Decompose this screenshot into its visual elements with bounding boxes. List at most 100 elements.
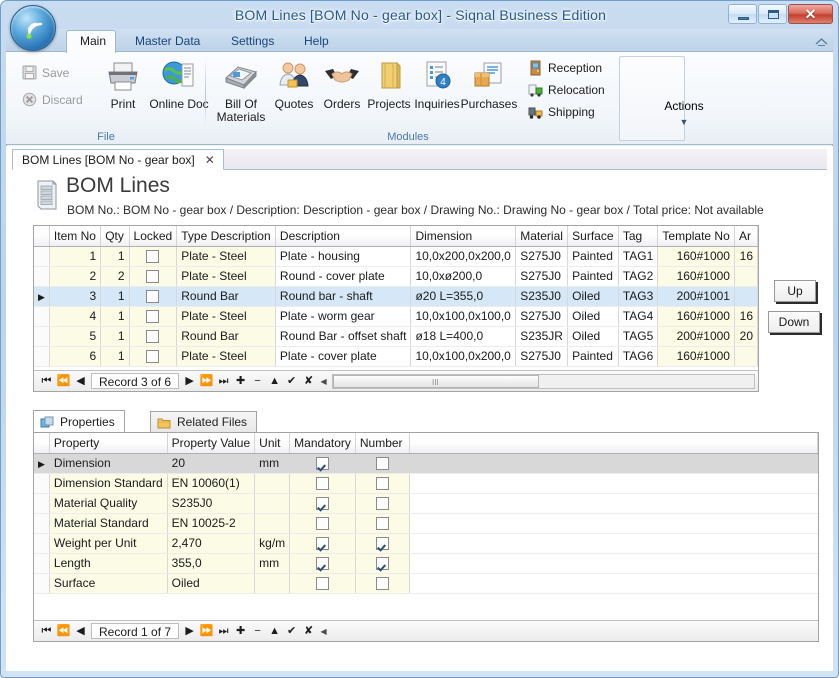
maximize-button[interactable] <box>758 4 787 24</box>
cell-surface[interactable]: Oiled <box>568 306 619 326</box>
cell-type-description[interactable]: Plate - Steel <box>177 266 276 286</box>
horizontal-scrollbar[interactable]: III <box>332 374 755 389</box>
row-indicator[interactable] <box>34 533 49 553</box>
table-row[interactable]: 41Plate - SteelPlate - worm gear10,0x100… <box>34 306 758 326</box>
row-indicator[interactable] <box>34 226 49 246</box>
number-checkbox[interactable] <box>376 557 389 570</box>
table-row[interactable]: Dimension StandardEN 10060(1) <box>34 473 818 493</box>
nav-prev-button[interactable]: ◀ <box>72 623 89 640</box>
cell-property-value[interactable]: S235J0 <box>167 493 255 513</box>
cell-locked[interactable] <box>129 286 177 306</box>
nav-edit-button[interactable]: ▲ <box>266 373 283 390</box>
cell-qty[interactable]: 1 <box>101 326 129 346</box>
cell-unit[interactable] <box>255 493 290 513</box>
row-indicator[interactable] <box>34 473 49 493</box>
scroll-left-arrow[interactable]: ◀ <box>317 377 330 386</box>
ribbon-tab-help[interactable]: Help <box>291 30 342 52</box>
table-row[interactable]: ▶31Round BarRound bar - shaftø20 L=355,0… <box>34 286 758 306</box>
cell-number[interactable] <box>355 453 409 473</box>
row-indicator[interactable] <box>34 246 49 266</box>
cell-surface[interactable]: Oiled <box>568 326 619 346</box>
mandatory-checkbox[interactable] <box>316 477 329 490</box>
cell-dimension[interactable]: 10,0x100,0x200,0 <box>411 346 516 366</box>
cell-locked[interactable] <box>129 246 177 266</box>
cell-property[interactable]: Dimension <box>49 453 167 473</box>
cell-dimension[interactable]: ø20 L=355,0 <box>411 286 516 306</box>
cell-ar[interactable]: 16 <box>734 306 757 326</box>
cell-item-no[interactable]: 1 <box>49 246 100 266</box>
cell-tag[interactable]: TAG6 <box>618 346 658 366</box>
table-row[interactable]: ▶Dimension20mm <box>34 453 818 473</box>
minimize-button[interactable] <box>728 4 757 24</box>
cell-property-value[interactable]: 355,0 <box>167 553 255 573</box>
cell-property[interactable]: Material Standard <box>49 513 167 533</box>
column-header-qty[interactable]: Qty <box>101 226 129 246</box>
row-indicator[interactable]: ▶ <box>34 453 49 473</box>
cell-item-no[interactable]: 5 <box>49 326 100 346</box>
cell-type-description[interactable]: Plate - Steel <box>177 346 276 366</box>
nav-post-button[interactable]: ✔ <box>283 623 300 640</box>
number-checkbox[interactable] <box>376 537 389 550</box>
cell-material[interactable]: S275J0 <box>516 346 568 366</box>
row-indicator[interactable] <box>34 266 49 286</box>
cell-property-value[interactable]: 20 <box>167 453 255 473</box>
cell-property[interactable]: Material Quality <box>49 493 167 513</box>
cell-tag[interactable]: TAG3 <box>618 286 658 306</box>
cell-number[interactable] <box>355 573 409 593</box>
cell-template-no[interactable]: 200#1001 <box>658 286 735 306</box>
cell-ar[interactable] <box>734 266 757 286</box>
cell-number[interactable] <box>355 553 409 573</box>
mandatory-checkbox[interactable] <box>316 537 329 550</box>
cell-material[interactable]: S275J0 <box>516 246 568 266</box>
document-tab-bom-lines[interactable]: BOM Lines [BOM No - gear box]✕ <box>12 149 224 170</box>
column-header-tag[interactable]: Tag <box>618 226 658 246</box>
cell-tag[interactable]: TAG1 <box>618 246 658 266</box>
cell-item-no[interactable]: 6 <box>49 346 100 366</box>
cell-description[interactable]: Plate - worm gear <box>275 306 411 326</box>
column-header-type-description[interactable]: Type Description <box>177 226 276 246</box>
cell-ar[interactable]: 16 <box>734 246 757 266</box>
tab-related-files[interactable]: Related Files <box>150 411 257 433</box>
move-down-button[interactable]: Down <box>768 311 820 333</box>
cell-unit[interactable]: kg/m <box>255 533 290 553</box>
nav-next-page-button[interactable]: ⏩ <box>198 623 215 640</box>
cell-filler[interactable] <box>409 453 817 473</box>
nav-post-button[interactable]: ✔ <box>283 373 300 390</box>
row-indicator[interactable] <box>34 493 49 513</box>
nav-next-button[interactable]: ▶ <box>181 373 198 390</box>
cell-dimension[interactable]: 10,0x100,0x100,0 <box>411 306 516 326</box>
cell-qty[interactable]: 1 <box>101 306 129 326</box>
nav-next-page-button[interactable]: ⏩ <box>198 373 215 390</box>
bom-lines-navigator[interactable]: ⏮ ⏪ ◀ Record 3 of 6 ▶ ⏩ ⏭ ✚ − ▲ ✔ ✘ ◀ II… <box>34 370 758 391</box>
locked-checkbox[interactable] <box>146 310 159 323</box>
shipping-button[interactable]: Shipping <box>526 101 595 123</box>
number-checkbox[interactable] <box>376 457 389 470</box>
row-indicator[interactable] <box>34 306 49 326</box>
purchases-button[interactable]: Purchases <box>458 56 520 111</box>
table-row[interactable]: 61Plate - SteelPlate - cover plate10,0x1… <box>34 346 758 366</box>
properties-grid[interactable]: PropertyProperty ValueUnitMandatoryNumbe… <box>33 432 819 642</box>
cell-qty[interactable]: 1 <box>101 246 129 266</box>
print-button[interactable]: Print <box>92 56 154 111</box>
cell-number[interactable] <box>355 533 409 553</box>
close-button[interactable]: ✕ <box>788 4 833 24</box>
cell-surface[interactable]: Painted <box>568 346 619 366</box>
cell-template-no[interactable]: 160#1000 <box>658 306 735 326</box>
table-row[interactable]: Material QualityS235J0 <box>34 493 818 513</box>
nav-delete-button[interactable]: − <box>249 623 266 640</box>
ribbon-tab-main[interactable]: Main <box>66 30 116 53</box>
column-header-description[interactable]: Description <box>275 226 411 246</box>
cell-dimension[interactable]: ø18 L=400,0 <box>411 326 516 346</box>
table-row[interactable]: Material StandardEN 10025-2 <box>34 513 818 533</box>
cell-mandatory[interactable] <box>290 533 356 553</box>
cell-qty[interactable]: 2 <box>101 266 129 286</box>
table-row[interactable]: Weight per Unit2,470kg/m <box>34 533 818 553</box>
cell-item-no[interactable]: 3 <box>49 286 100 306</box>
cell-number[interactable] <box>355 493 409 513</box>
locked-checkbox[interactable] <box>146 250 159 263</box>
table-row[interactable]: Length355,0mm <box>34 553 818 573</box>
mandatory-checkbox[interactable] <box>316 577 329 590</box>
move-up-button[interactable]: Up <box>774 280 816 302</box>
cell-dimension[interactable]: 10,0xø200,0 <box>411 266 516 286</box>
cell-qty[interactable]: 1 <box>101 286 129 306</box>
